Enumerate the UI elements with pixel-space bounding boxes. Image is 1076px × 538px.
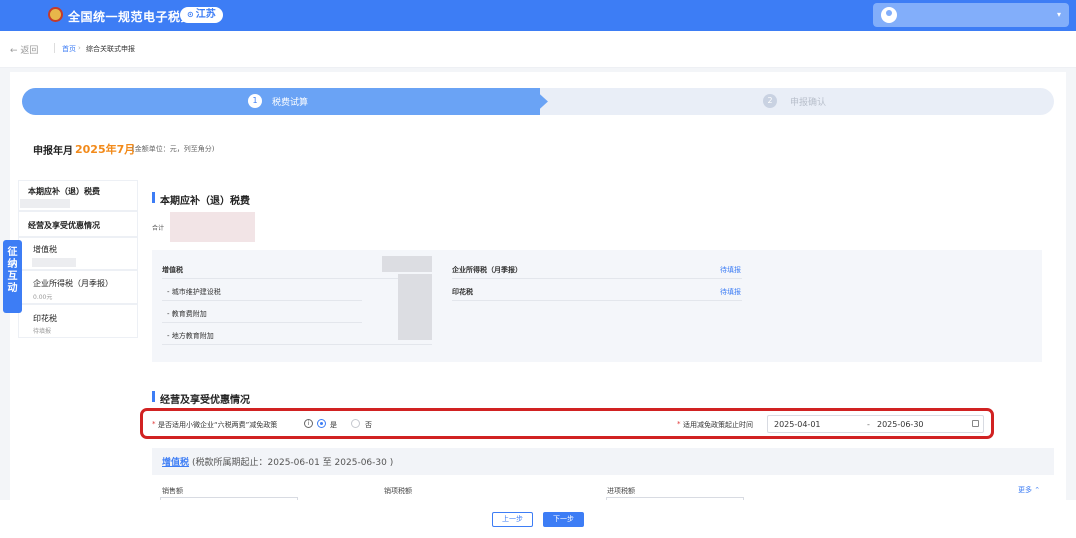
required-mark: * <box>677 420 681 428</box>
masked-amount <box>382 256 432 272</box>
nav-item-business[interactable]: 经营及享受优惠情况 <box>18 211 138 237</box>
step-progress <box>22 88 1054 115</box>
row-divider <box>162 322 362 323</box>
column-header-output-tax: 销项税额 <box>384 487 412 495</box>
nav-item-label: 本期应补（退）税费 <box>28 187 100 196</box>
fill-link-corporate-income[interactable]: 待填报 <box>720 265 741 275</box>
breadcrumb-bar: ← 返回 首页 › 综合关联式申报 <box>0 31 1076 68</box>
region-label: 江苏 <box>195 9 216 20</box>
date-range-label: 适用减免政策起止时间 <box>683 421 753 429</box>
interaction-tab-char: 互 <box>7 271 18 282</box>
total-label: 合计 <box>152 225 165 232</box>
caret-down-icon: ▾ <box>1057 10 1062 19</box>
tax-row-vat: 增值税 <box>162 266 183 274</box>
section-title-due: 本期应补（退）税费 <box>160 196 250 207</box>
nav-item-stamp-tax[interactable]: 印花税 待填报 <box>18 304 138 338</box>
nav-item-sub: 0.00元 <box>33 294 53 301</box>
date-start: 2025-04-01 <box>774 420 821 429</box>
step-1-label: 税费试算 <box>272 98 309 108</box>
region-selector[interactable]: ⊙ 江苏 <box>180 7 223 23</box>
row-divider <box>162 300 362 301</box>
top-bar: 全国统一规范电子税务局 ⊙ 江苏 ▾ <box>0 0 1076 31</box>
period-value: 2025年7月 <box>75 143 136 156</box>
nav-item-label: 经营及享受优惠情况 <box>28 221 100 230</box>
nav-item-corporate-income-tax[interactable]: 企业所得税（月季报） 0.00元 <box>18 270 138 304</box>
vat-period-note: (税款所属期起止：2025-06-01 至 2025-06-30 ) <box>192 458 394 468</box>
column-header-input-tax: 进项税额 <box>607 487 635 495</box>
step-2-number: 2 <box>763 94 777 108</box>
left-nav: 本期应补（退）税费 经营及享受优惠情况 增值税 企业所得税（月季报） 0.00元… <box>18 180 138 338</box>
period-label: 申报年月 <box>33 146 73 157</box>
breadcrumb-current: 综合关联式申报 <box>86 45 135 53</box>
nav-item-vat[interactable]: 增值税 <box>18 237 138 270</box>
masked-amount <box>32 258 76 267</box>
row-divider <box>162 278 432 279</box>
section-title-business: 经营及享受优惠情况 <box>160 395 250 406</box>
policy-question: 是否适用小微企业“六税两费”减免政策 <box>158 421 278 429</box>
row-divider <box>162 344 432 345</box>
row-divider <box>452 278 742 279</box>
back-link[interactable]: ← 返回 <box>10 43 38 56</box>
interaction-tab-char: 动 <box>7 283 18 294</box>
location-pin-icon: ⊙ <box>187 10 194 19</box>
tax-summary-panel <box>152 250 1042 362</box>
date-end: 2025-06-30 <box>877 420 924 429</box>
footer-bar <box>0 500 1076 538</box>
step-2-label: 申报确认 <box>790 98 827 108</box>
radio-no-label: 否 <box>365 421 372 429</box>
masked-total <box>170 212 255 242</box>
radio-yes-label: 是 <box>330 421 337 429</box>
step-1-number: 1 <box>248 94 262 108</box>
tax-row-local-education: - 地方教育附加 <box>167 332 214 340</box>
interaction-tab-char: 纳 <box>7 259 18 270</box>
more-toggle[interactable]: 更多 ⌃ <box>1018 485 1040 495</box>
section-marker <box>152 192 155 203</box>
date-range-picker[interactable]: 2025-04-01 - 2025-06-30 <box>767 415 984 433</box>
nav-item-label: 增值税 <box>33 245 57 254</box>
tax-row-corporate-income: 企业所得税（月季报） <box>452 266 522 274</box>
nav-item-label: 印花税 <box>33 314 57 323</box>
unit-note: (金额单位：元，列至角分) <box>132 145 215 153</box>
required-mark: * <box>152 420 156 428</box>
tax-row-education-surcharge: - 教育费附加 <box>167 310 207 318</box>
breadcrumb-separator: › <box>78 44 81 52</box>
info-icon[interactable]: i <box>304 419 313 428</box>
row-divider <box>452 300 742 301</box>
masked-amount <box>398 274 432 340</box>
nav-item-due-tax[interactable]: 本期应补（退）税费 <box>18 180 138 211</box>
vat-link[interactable]: 增值税 <box>162 455 189 468</box>
section-marker <box>152 391 155 402</box>
breadcrumb-home[interactable]: 首页 <box>62 44 76 54</box>
radio-yes[interactable] <box>317 419 326 428</box>
tax-row-stamp: 印花税 <box>452 288 473 296</box>
calendar-icon <box>972 420 979 427</box>
nav-item-label: 企业所得税（月季报） <box>33 279 113 288</box>
interaction-tab-char: 征 <box>7 247 18 258</box>
user-avatar-icon <box>881 7 897 23</box>
fill-link-stamp[interactable]: 待填报 <box>720 287 741 297</box>
next-button[interactable]: 下一步 <box>543 512 584 527</box>
step-arrow-tip <box>532 88 548 115</box>
user-menu[interactable]: ▾ <box>873 3 1069 27</box>
tax-emblem-icon <box>48 7 63 22</box>
date-separator: - <box>867 420 870 429</box>
column-header-sales: 销售额 <box>162 487 183 495</box>
radio-no[interactable] <box>351 419 360 428</box>
tax-row-urban-maintenance: - 城市维护建设税 <box>167 288 221 296</box>
nav-item-sub: 待填报 <box>33 328 52 335</box>
prev-button[interactable]: 上一步 <box>492 512 533 527</box>
masked-amount <box>20 199 70 208</box>
interaction-tab[interactable]: 征 纳 互 动 <box>3 240 22 313</box>
breadcrumb-divider <box>54 43 55 53</box>
